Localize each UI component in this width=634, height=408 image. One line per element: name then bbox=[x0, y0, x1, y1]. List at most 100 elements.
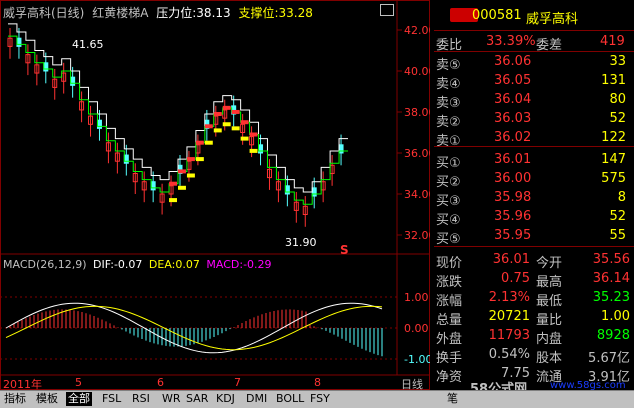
ask-row[interactable]: 卖③ 36.04 80 bbox=[434, 90, 634, 111]
level-price: 36.00 bbox=[494, 171, 532, 186]
price-tick-label: 34.00 bbox=[404, 188, 430, 201]
dea-label: DEA: bbox=[148, 258, 176, 271]
chart-settings-icon[interactable] bbox=[380, 4, 394, 16]
stat-cell: 20721 bbox=[488, 309, 530, 324]
kline-chart[interactable]: 42.00 40.00 38.00 36.00 34.00 32.00 1.00 0.00 -1… bbox=[0, 0, 436, 390]
candle-body bbox=[70, 76, 76, 86]
ladder-red-block bbox=[249, 132, 258, 137]
ladder-red-block bbox=[169, 181, 177, 186]
candle-body bbox=[150, 181, 156, 191]
ask-row[interactable]: 卖④ 36.05 131 bbox=[434, 71, 634, 92]
weibi-row: 委比 33.39% 委差 419 bbox=[434, 32, 634, 53]
dif-label: DIF: bbox=[93, 258, 114, 271]
kline-chart-area[interactable]: 42.00 40.00 38.00 36.00 34.00 32.00 1.00 0.00 -1… bbox=[0, 0, 436, 391]
indicator-tab-rsi[interactable]: RSI bbox=[130, 392, 152, 406]
level-price: 36.06 bbox=[494, 54, 532, 69]
ladder-yellow-block bbox=[249, 148, 258, 153]
level-volume: 80 bbox=[609, 92, 626, 107]
stat-row: 涨幅 2.13% 最低 35.23 bbox=[434, 288, 634, 309]
indicator-name: 红黄楼梯A bbox=[92, 6, 149, 20]
level-volume: 52 bbox=[609, 209, 626, 224]
ladder-red-block bbox=[231, 109, 240, 114]
indicator-tab-全部[interactable]: 全部 bbox=[66, 392, 92, 406]
weibi-value: 33.39% bbox=[486, 34, 536, 49]
level-price: 36.04 bbox=[494, 92, 532, 107]
support-label: 支撑位: bbox=[238, 6, 279, 20]
ladder-red-block bbox=[178, 169, 186, 174]
level-volume: 8 bbox=[617, 190, 626, 205]
level-volume: 52 bbox=[609, 111, 626, 126]
bid-row[interactable]: 买② 36.00 575 bbox=[434, 169, 634, 190]
stat-cell: 36.14 bbox=[592, 271, 630, 286]
grid-lines bbox=[0, 29, 402, 360]
indicator-tab-dmi[interactable]: DMI bbox=[244, 392, 269, 406]
high-annotation: 41.65 bbox=[72, 38, 104, 51]
price-tick-label: 42.00 bbox=[404, 24, 430, 37]
stat-cell: 2.13% bbox=[488, 290, 530, 305]
indicator-tab-fsy[interactable]: FSY bbox=[308, 392, 332, 406]
stat-cell: 1.00 bbox=[601, 309, 630, 324]
level-volume: 147 bbox=[601, 152, 626, 167]
indicator-tab-boll[interactable]: BOLL bbox=[274, 392, 306, 406]
candle-body bbox=[284, 185, 290, 195]
ladder-yellow-block bbox=[195, 157, 204, 162]
ladder-yellow-block bbox=[186, 173, 195, 178]
indicator-tab-sar[interactable]: SAR bbox=[184, 392, 210, 406]
candlesticks bbox=[7, 27, 344, 227]
candle-body bbox=[123, 154, 129, 164]
stat-row: 涨跌 0.75 最高 36.14 bbox=[434, 269, 634, 290]
level-volume: 33 bbox=[609, 54, 626, 69]
bid-stats-divider bbox=[434, 246, 634, 247]
stat-cell: 35.23 bbox=[592, 290, 630, 305]
stat-row: 总量 20721 量比 1.00 bbox=[434, 307, 634, 328]
level-volume: 575 bbox=[601, 171, 626, 186]
stat-cell: 11793 bbox=[488, 328, 530, 343]
candle-body bbox=[338, 144, 344, 154]
level-price: 36.01 bbox=[494, 152, 532, 167]
ask-row[interactable]: 卖⑤ 36.06 33 bbox=[434, 52, 634, 73]
indicator-tab-wr[interactable]: WR bbox=[160, 392, 183, 406]
ladder-red-block bbox=[195, 140, 204, 145]
indicator-tab-kdj[interactable]: KDJ bbox=[214, 392, 237, 406]
stat-row: 外盘 11793 内盘 8928 bbox=[434, 326, 634, 347]
pressure-value: 38.13 bbox=[196, 6, 231, 20]
stat-cell: 净资 bbox=[436, 370, 463, 385]
ladder-indicator bbox=[8, 23, 348, 205]
macd-value: -0.29 bbox=[243, 258, 272, 271]
bid-row[interactable]: 买① 36.01 147 bbox=[434, 150, 634, 171]
stat-row: 换手 0.54% 股本 5.67亿 bbox=[434, 345, 634, 366]
ask-row[interactable]: 卖① 36.02 122 bbox=[434, 128, 634, 149]
support-value: 33.28 bbox=[278, 6, 313, 20]
stat-cell: 36.01 bbox=[492, 252, 530, 267]
bid-row[interactable]: 买⑤ 35.95 55 bbox=[434, 226, 634, 247]
level-label: 买⑤ bbox=[436, 232, 461, 247]
indicator-tab-指标[interactable]: 指标 bbox=[2, 392, 28, 406]
bid-row[interactable]: 买④ 35.96 52 bbox=[434, 207, 634, 228]
level-volume: 122 bbox=[601, 130, 626, 145]
macd-tick-label: 0.00 bbox=[404, 322, 429, 335]
ladder-lower-line bbox=[8, 35, 348, 205]
level-price: 35.98 bbox=[494, 190, 532, 205]
level-price: 35.96 bbox=[494, 209, 532, 224]
level-price: 35.95 bbox=[494, 228, 532, 243]
stat-cell: 0.54% bbox=[488, 347, 530, 362]
price-tick-label: 36.00 bbox=[404, 147, 430, 160]
stock-title-name: 威孚高科 bbox=[526, 12, 579, 27]
ladder-yellow-block bbox=[231, 126, 240, 131]
right-tab[interactable]: 笔 bbox=[445, 392, 460, 406]
macd-label: MACD: bbox=[206, 258, 244, 271]
quote-panel: 000581 威孚高科 委比 33.39% 委差 419 卖⑤ 36.06 33 卖④… bbox=[434, 0, 634, 390]
pressure-label: 压力位: bbox=[156, 6, 197, 20]
indicator-tab-模板[interactable]: 模板 bbox=[34, 392, 60, 406]
weicha-label: 委差 bbox=[536, 38, 563, 53]
time-label-jun: 6 bbox=[157, 376, 164, 389]
stock-name: 威孚高科(日线) bbox=[3, 6, 85, 20]
ask-row[interactable]: 卖② 36.03 52 bbox=[434, 109, 634, 130]
bid-row[interactable]: 买③ 35.98 8 bbox=[434, 188, 634, 209]
indicator-tab-fsl[interactable]: FSL bbox=[100, 392, 123, 406]
ladder-yellow-block bbox=[169, 198, 177, 203]
axis-labels: 42.00 40.00 38.00 36.00 34.00 32.00 1.00 0.00 -1… bbox=[404, 24, 436, 366]
candle-body bbox=[258, 144, 264, 154]
stock-code: 000581 bbox=[472, 8, 522, 23]
macd-tick-label: -1.00 bbox=[404, 353, 430, 366]
